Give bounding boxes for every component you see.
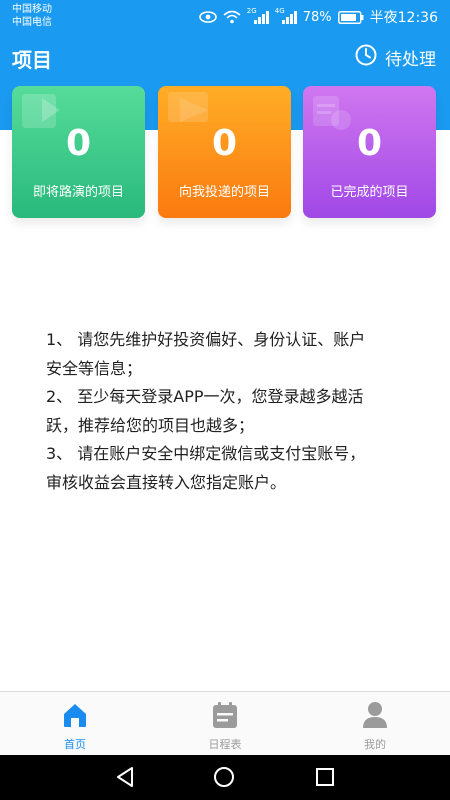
status-bar: 中国移动 中国电信 2G 4G 78% 半夜12:36 [0,0,450,34]
recents-square-icon [316,768,334,786]
eye-icon [198,11,217,23]
person-icon [325,700,425,730]
tip-line: 安全等信息； [46,358,143,378]
home-nav-button[interactable] [213,766,235,792]
pending-button[interactable]: 待处理 [355,44,436,71]
delivered-to-me-label: 向我投递的项目 [178,185,270,200]
signal-4g-label: 4G [274,7,285,15]
upcoming-roadshow-count: 0 [65,123,92,164]
carrier-2: 中国电信 [12,17,52,28]
tips-text: 1、 请您先维护好投资偏好、身份认证、账户 安全等信息； 2、 至少每天登录AP… [46,326,406,497]
tab-home-label: 首页 [64,738,86,751]
pending-label: 待处理 [385,50,436,70]
carrier-1: 中国移动 [12,4,52,15]
completed-projects-label: 已完成的项目 [330,185,409,200]
signal-2g-icon: 2G [246,7,269,24]
delivered-to-me-card[interactable]: 0 向我投递的项目 [158,86,291,218]
battery-icon [337,10,364,24]
system-navigation-bar [0,755,450,800]
home-icon [25,700,125,730]
bottom-tab-bar: 首页 日程表 我的 [0,691,450,755]
signal-4g-icon: 4G [274,7,297,24]
page-title: 项目 [12,48,52,72]
tab-mine[interactable]: 我的 [325,700,425,752]
project-summary-cards: 0 即将路演的项目 0 向我投递的项目 0 已完成的项目 [12,86,438,218]
status-icons: 2G 4G 78% 半夜12:36 [198,7,438,27]
tab-home[interactable]: 首页 [25,700,125,752]
tip-line: 审核收益会直接转入您指定账户。 [46,472,287,492]
back-triangle-icon [117,767,133,787]
back-button[interactable] [114,766,136,792]
tip-line: 1、 请您先维护好投资偏好、身份认证、账户 [46,330,366,349]
app-header: 项目 待处理 [0,40,450,76]
delivered-to-me-count: 0 [211,123,238,164]
battery-percentage: 78% [302,9,332,25]
upcoming-roadshow-card[interactable]: 0 即将路演的项目 [12,86,145,218]
tab-mine-label: 我的 [364,738,386,751]
wifi-icon [223,10,241,24]
carrier-info: 中国移动 中国电信 [12,3,52,29]
tip-line: 3、 请在账户安全中绑定微信或支付宝账号， [46,444,366,463]
tip-line: 跃，推荐给您的项目也越多； [46,415,255,435]
signal-2g-label: 2G [246,7,257,15]
home-circle-icon [214,767,234,787]
recents-button[interactable] [314,766,336,792]
completed-projects-card[interactable]: 0 已完成的项目 [303,86,436,218]
clock-icon [355,44,377,71]
completed-projects-count: 0 [356,123,383,164]
tip-line: 2、 至少每天登录APP一次，您登录越多越活 [46,387,364,406]
tab-schedule[interactable]: 日程表 [175,700,275,752]
upcoming-roadshow-label: 即将路演的项目 [32,185,124,200]
calendar-icon [175,700,275,730]
clock-time: 半夜12:36 [369,10,438,26]
tab-schedule-label: 日程表 [208,738,242,751]
